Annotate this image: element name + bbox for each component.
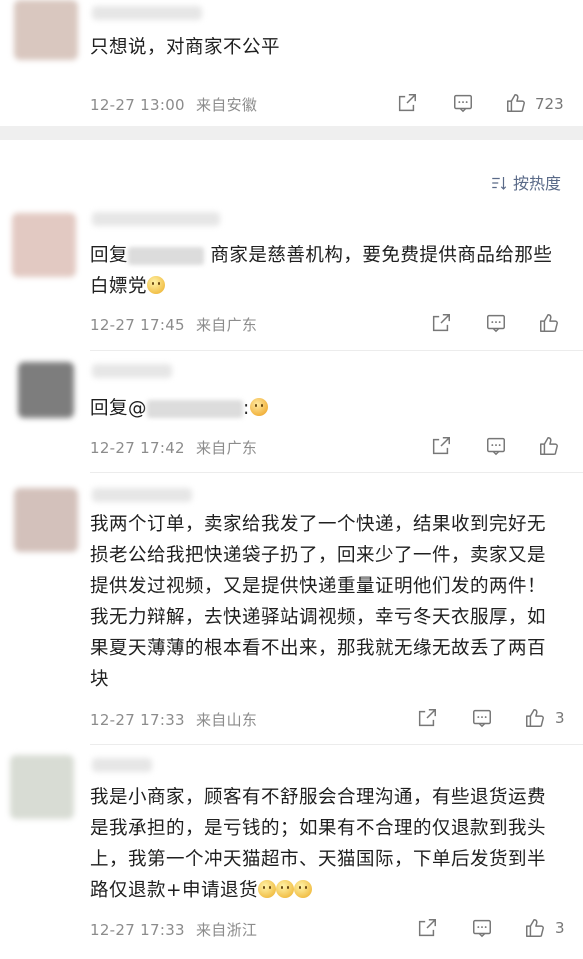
avatar[interactable] bbox=[12, 213, 76, 277]
comment-icon[interactable] bbox=[485, 312, 507, 334]
smile-emoji-icon bbox=[294, 880, 313, 898]
smile-emoji-icon bbox=[147, 276, 166, 294]
section-divider bbox=[0, 126, 583, 140]
username-blurred[interactable] bbox=[92, 6, 202, 20]
mention-blurred[interactable] bbox=[128, 247, 205, 265]
comment-meta: 12-27 17:42 来自广东 bbox=[90, 437, 257, 458]
comment-time: 12-27 17:33 bbox=[90, 711, 185, 729]
comment-meta: 12-27 17:33 来自山东 bbox=[90, 709, 257, 730]
comment-icon[interactable] bbox=[471, 917, 493, 939]
like-icon[interactable] bbox=[538, 312, 560, 334]
like-count: 3 bbox=[555, 709, 565, 727]
username-blurred[interactable] bbox=[92, 364, 172, 378]
comment-location: 来自广东 bbox=[195, 439, 258, 457]
share-icon[interactable] bbox=[396, 92, 418, 114]
sort-toggle[interactable]: 按热度 bbox=[490, 170, 561, 196]
like-icon[interactable] bbox=[538, 435, 560, 457]
comment-time: 12-27 13:00 bbox=[90, 96, 185, 114]
reply-text: 我两个订单，卖家给我发了一个快递，结果收到完好无损老公给我把快递袋子扔了，回来少… bbox=[90, 514, 547, 690]
smile-emoji-icon bbox=[258, 880, 277, 898]
comment-location: 来自浙江 bbox=[195, 921, 258, 939]
avatar[interactable] bbox=[14, 488, 78, 552]
comment-time: 12-27 17:33 bbox=[90, 921, 185, 939]
mention-blurred[interactable] bbox=[147, 400, 244, 418]
reply-prefix: 回复 bbox=[90, 245, 129, 266]
divider bbox=[90, 472, 583, 473]
like-icon[interactable] bbox=[524, 707, 546, 729]
share-icon[interactable] bbox=[416, 707, 438, 729]
divider bbox=[90, 744, 583, 745]
username-blurred[interactable] bbox=[92, 488, 192, 502]
reply-prefix: 回复@ bbox=[90, 398, 148, 419]
comment-text: 只想说，对商家不公平 bbox=[90, 37, 281, 58]
reply-body: 我是小商家，顾客有不舒服会合理沟通，有些退货运费是我承担的，是亏钱的；如果有不合… bbox=[90, 787, 547, 901]
comment-meta: 12-27 13:00 来自安徽 bbox=[90, 94, 257, 115]
like-count: 3 bbox=[555, 919, 565, 937]
share-icon[interactable] bbox=[430, 435, 452, 457]
avatar[interactable] bbox=[10, 755, 74, 819]
like-icon[interactable] bbox=[524, 917, 546, 939]
sort-icon bbox=[490, 174, 508, 196]
username-blurred[interactable] bbox=[92, 212, 220, 226]
comment-time: 12-27 17:42 bbox=[90, 439, 185, 457]
comment-icon[interactable] bbox=[471, 707, 493, 729]
reply-text: 我是小商家，顾客有不舒服会合理沟通，有些退货运费是我承担的，是亏钱的；如果有不合… bbox=[90, 782, 562, 906]
reply-text: 回复 商家是慈善机构，要免费提供商品给那些白嫖党 bbox=[90, 240, 560, 302]
comment-icon[interactable] bbox=[485, 435, 507, 457]
reply-text: 回复@: bbox=[90, 393, 268, 424]
reply-body: : bbox=[243, 398, 250, 419]
username-blurred[interactable] bbox=[92, 758, 152, 772]
divider bbox=[90, 350, 583, 351]
crying-emoji-icon bbox=[249, 398, 268, 416]
comment-time: 12-27 17:45 bbox=[90, 316, 185, 334]
like-icon[interactable] bbox=[505, 92, 527, 114]
share-icon[interactable] bbox=[416, 917, 438, 939]
comment-location: 来自广东 bbox=[195, 316, 258, 334]
comment-location: 来自安徽 bbox=[195, 96, 258, 114]
comment-location: 来自山东 bbox=[195, 711, 258, 729]
avatar[interactable] bbox=[18, 362, 74, 418]
comment-meta: 12-27 17:33 来自浙江 bbox=[90, 919, 257, 940]
sort-label: 按热度 bbox=[512, 174, 561, 193]
like-count: 723 bbox=[535, 95, 564, 113]
comment-meta: 12-27 17:45 来自广东 bbox=[90, 314, 257, 335]
avatar[interactable] bbox=[14, 0, 78, 60]
share-icon[interactable] bbox=[430, 312, 452, 334]
smile-emoji-icon bbox=[276, 880, 295, 898]
comment-icon[interactable] bbox=[452, 92, 474, 114]
